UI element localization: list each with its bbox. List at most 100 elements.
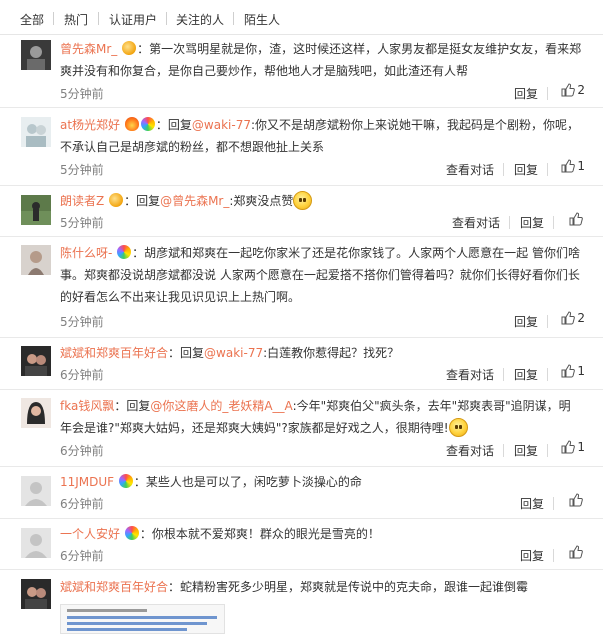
comment-username[interactable]: 斌斌和郑爽百年好合 bbox=[60, 346, 168, 360]
like-button[interactable]: 1 bbox=[561, 364, 585, 378]
filter-all[interactable]: 全部 bbox=[20, 11, 44, 28]
like-button[interactable]: 1 bbox=[561, 159, 585, 173]
action-divider bbox=[553, 549, 554, 562]
smile-emoji-icon bbox=[293, 191, 313, 210]
like-button[interactable] bbox=[569, 493, 585, 507]
view-conversation-button[interactable]: 查看对话 bbox=[446, 161, 494, 178]
rainbow-badge-icon[interactable] bbox=[124, 526, 139, 540]
avatar[interactable] bbox=[21, 398, 51, 428]
comment-username[interactable]: 一个人安好 bbox=[60, 527, 120, 541]
comment-time: 6分钟前 bbox=[60, 549, 104, 563]
like-count: 1 bbox=[577, 364, 585, 378]
attached-image-thumbnail[interactable] bbox=[60, 604, 225, 634]
thumbs-up-icon bbox=[569, 212, 583, 226]
view-conversation-button[interactable]: 查看对话 bbox=[452, 214, 500, 231]
comment-item: 斌斌和郑爽百年好合：回复@waki-77:白莲教你惹得起？找死？ 6分钟前 查看… bbox=[0, 338, 603, 390]
reply-button[interactable]: 回复 bbox=[520, 214, 544, 231]
comment-time: 6分钟前 bbox=[60, 444, 104, 458]
avatar[interactable] bbox=[21, 40, 51, 70]
like-button[interactable]: 1 bbox=[561, 440, 585, 454]
comment-username[interactable]: 11JMDUF bbox=[60, 475, 114, 489]
filter-verified-users[interactable]: 认证用户 bbox=[109, 11, 157, 28]
like-button[interactable]: 2 bbox=[561, 311, 585, 325]
rainbow-badge-icon[interactable] bbox=[117, 245, 132, 259]
reply-button[interactable]: 回复 bbox=[520, 495, 544, 512]
thumbs-up-icon bbox=[561, 159, 576, 173]
comment-text: 斌斌和郑爽百年好合：蛇精粉害死多少明星，郑爽就是传说中的克夫命，跟谁一起谁倒霉 bbox=[60, 576, 582, 598]
like-button[interactable]: 2 bbox=[561, 83, 585, 97]
comment-username[interactable]: 朗读者Z bbox=[60, 194, 104, 208]
comment-content: ：胡彦斌和郑爽在一起吃你家米了还是花你家钱了。人家两个人愿意在一起 管你们啥事。… bbox=[60, 246, 580, 304]
comment-time: 6分钟前 bbox=[60, 497, 104, 511]
like-button[interactable] bbox=[569, 212, 585, 226]
comment-content: ：你根本就不爱郑爽！群众的眼光是雪亮的！ bbox=[139, 527, 380, 541]
comment-username[interactable]: fka钱风飘 bbox=[60, 399, 114, 413]
view-conversation-button[interactable]: 查看对话 bbox=[446, 442, 494, 459]
thumbs-up-icon bbox=[569, 493, 583, 507]
reply-button[interactable]: 回复 bbox=[514, 161, 538, 178]
like-count: 2 bbox=[577, 83, 585, 97]
reply-button[interactable]: 回复 bbox=[514, 366, 538, 383]
member-badge-icon[interactable] bbox=[109, 193, 124, 207]
filter-hot[interactable]: 热门 bbox=[64, 11, 88, 28]
reply-prefix: ：回复 bbox=[114, 399, 151, 413]
reply-prefix: ：回复 bbox=[168, 346, 205, 360]
comment-username[interactable]: at杨光郑好 bbox=[60, 118, 120, 132]
comment-content: ：第一次骂明星就是你，渣，这时候还这样，人家男友都是挺女友维护女友，看来郑爽并没… bbox=[60, 42, 582, 78]
comment-time: 5分钟前 bbox=[60, 315, 104, 329]
avatar[interactable] bbox=[21, 476, 51, 506]
reply-prefix: ：回复 bbox=[124, 194, 161, 208]
action-divider bbox=[547, 368, 548, 381]
avatar[interactable] bbox=[21, 117, 51, 147]
comment-item: 陈什么呀- ：胡彦斌和郑爽在一起吃你家米了还是花你家钱了。人家两个人愿意在一起 … bbox=[0, 237, 603, 338]
thumbs-up-icon bbox=[569, 545, 583, 559]
action-divider bbox=[547, 444, 548, 457]
avatar[interactable] bbox=[21, 346, 51, 376]
fire-badge-icon[interactable] bbox=[124, 117, 139, 131]
mention-link[interactable]: @waki-77 bbox=[192, 118, 251, 132]
like-button[interactable] bbox=[569, 545, 585, 559]
mention-link[interactable]: @waki-77 bbox=[204, 346, 263, 360]
thumbs-up-icon bbox=[561, 83, 576, 97]
rainbow-badge-icon[interactable] bbox=[140, 117, 155, 131]
filter-following[interactable]: 关注的人 bbox=[176, 11, 224, 28]
thumbs-up-icon bbox=[561, 440, 576, 454]
comment-time: 5分钟前 bbox=[60, 163, 104, 177]
comment-content: :白莲教你惹得起？找死？ bbox=[263, 346, 400, 360]
action-divider bbox=[553, 497, 554, 510]
comment-filter-bar: 全部 热门 认证用户 关注的人 陌生人 bbox=[0, 0, 603, 35]
reply-prefix: ：回复 bbox=[155, 118, 192, 132]
comment-text: 曾先森Mr_ ：第一次骂明星就是你，渣，这时候还这样，人家男友都是挺女友维护女友… bbox=[60, 38, 582, 82]
comment-text: 11JMDUF ：某些人也是可以了，闲吃萝卜淡操心的命 bbox=[60, 471, 582, 493]
comment-username[interactable]: 曾先森Mr_ bbox=[60, 42, 117, 56]
filter-divider bbox=[98, 12, 99, 25]
action-divider bbox=[509, 216, 510, 229]
mention-link[interactable]: @曾先森Mr_ bbox=[160, 194, 229, 208]
comment-item: 斌斌和郑爽百年好合：蛇精粉害死多少明星，郑爽就是传说中的克夫命，跟谁一起谁倒霉 bbox=[0, 570, 603, 644]
member-badge-icon[interactable] bbox=[122, 41, 137, 55]
avatar[interactable] bbox=[21, 528, 51, 558]
filter-divider bbox=[166, 12, 167, 25]
smile-emoji-icon bbox=[448, 418, 468, 437]
filter-strangers[interactable]: 陌生人 bbox=[244, 11, 280, 28]
reply-button[interactable]: 回复 bbox=[520, 547, 544, 564]
reply-button[interactable]: 回复 bbox=[514, 85, 538, 102]
comment-username[interactable]: 陈什么呀- bbox=[60, 246, 112, 260]
like-count: 1 bbox=[577, 159, 585, 173]
avatar[interactable] bbox=[21, 579, 51, 609]
action-divider bbox=[547, 315, 548, 328]
mention-link[interactable]: @你这磨人的_老妖精A__A bbox=[150, 399, 292, 413]
comment-time: 6分钟前 bbox=[60, 368, 104, 382]
comment-username[interactable]: 斌斌和郑爽百年好合 bbox=[60, 580, 168, 594]
comment-text: 一个人安好 ：你根本就不爱郑爽！群众的眼光是雪亮的！ bbox=[60, 523, 582, 545]
rainbow-badge-icon[interactable] bbox=[118, 474, 133, 488]
reply-button[interactable]: 回复 bbox=[514, 313, 538, 330]
reply-button[interactable]: 回复 bbox=[514, 442, 538, 459]
comment-content: ：某些人也是可以了，闲吃萝卜淡操心的命 bbox=[133, 475, 362, 489]
avatar[interactable] bbox=[21, 245, 51, 275]
action-divider bbox=[553, 216, 554, 229]
view-conversation-button[interactable]: 查看对话 bbox=[446, 366, 494, 383]
comment-text: 陈什么呀- ：胡彦斌和郑爽在一起吃你家米了还是花你家钱了。人家两个人愿意在一起 … bbox=[60, 242, 582, 308]
avatar[interactable] bbox=[21, 195, 51, 225]
comment-content: ：蛇精粉害死多少明星，郑爽就是传说中的克夫命，跟谁一起谁倒霉 bbox=[168, 580, 529, 594]
